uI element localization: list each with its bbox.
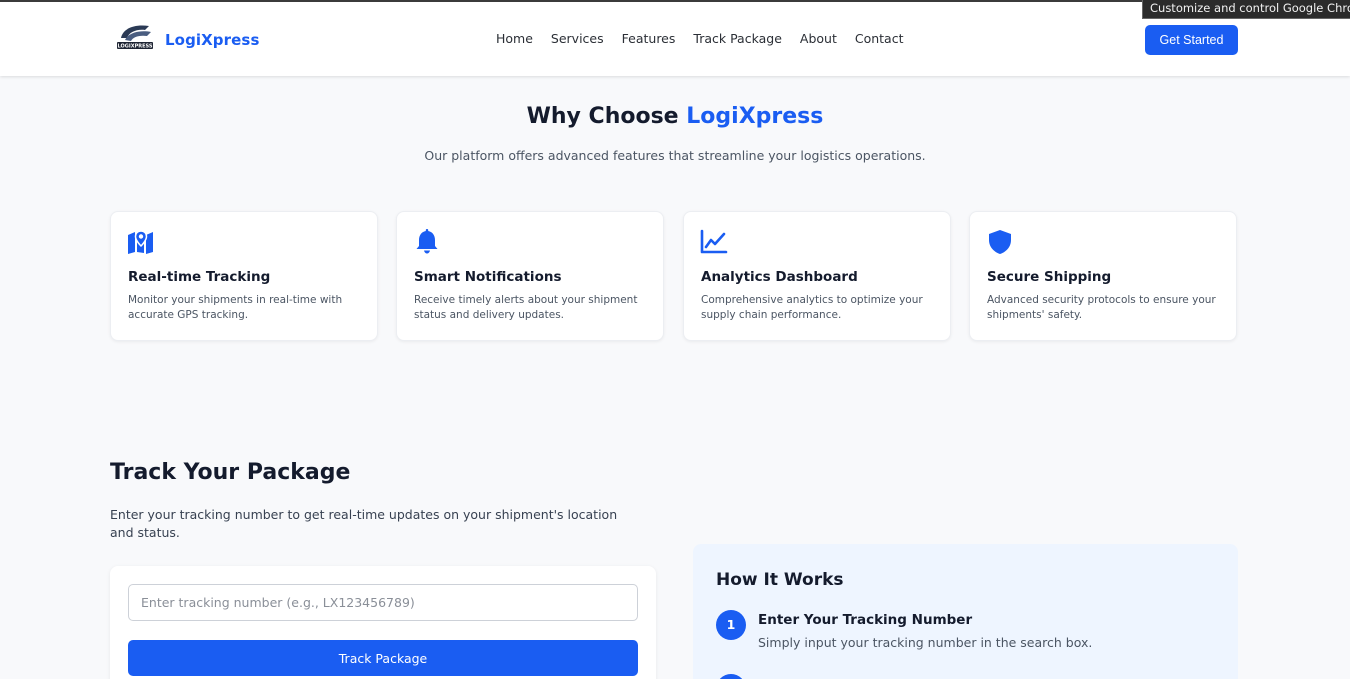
- nav-contact[interactable]: Contact: [855, 31, 904, 46]
- chart-line-icon: [700, 229, 728, 254]
- feature-title: Smart Notifications: [414, 269, 562, 285]
- map-pin-icon: [128, 230, 153, 254]
- feature-title: Analytics Dashboard: [701, 269, 858, 285]
- track-section-subtitle: Enter your tracking number to get real-t…: [110, 507, 618, 540]
- track-form-card: Track Package: [110, 566, 656, 679]
- feature-desc: Comprehensive analytics to optimize your…: [701, 294, 923, 321]
- feature-title: Secure Shipping: [987, 269, 1112, 285]
- feature-desc: Monitor your shipments in real-time with…: [128, 294, 343, 321]
- feature-desc: Receive timely alerts about your shipmen…: [414, 294, 638, 321]
- feature-card-tracking: Real-time Tracking Monitor your shipment…: [110, 211, 378, 341]
- svg-text:LOGIXPRESS: LOGIXPRESS: [118, 44, 153, 50]
- why-title-prefix: Why Choose: [526, 104, 687, 129]
- why-title-accent: LogiXpress: [686, 104, 824, 129]
- why-section-title: Why Choose LogiXpress: [0, 104, 1350, 129]
- nav-features[interactable]: Features: [622, 31, 676, 46]
- nav-about[interactable]: About: [800, 31, 837, 46]
- step-title: Enter Your Tracking Number: [758, 612, 973, 628]
- brand-name[interactable]: LogiXpress: [165, 31, 259, 49]
- main-nav: Home Services Features Track Package Abo…: [496, 31, 922, 46]
- bell-icon: [416, 229, 438, 254]
- nav-services[interactable]: Services: [551, 31, 604, 46]
- step-number-badge: 2: [716, 674, 746, 679]
- feature-title: Real-time Tracking: [128, 269, 271, 285]
- nav-track-package[interactable]: Track Package: [693, 31, 782, 46]
- feature-desc: Advanced security protocols to ensure yo…: [987, 294, 1216, 321]
- track-section-title: Track Your Package: [110, 460, 351, 485]
- get-started-button[interactable]: Get Started: [1145, 25, 1238, 55]
- why-section-subtitle: Our platform offers advanced features th…: [424, 148, 926, 163]
- logo-image[interactable]: LOGIXPRESS: [115, 22, 155, 52]
- feature-card-security: Secure Shipping Advanced security protoc…: [969, 211, 1237, 341]
- step-number-badge: 1: [716, 610, 746, 640]
- shield-icon: [989, 230, 1011, 254]
- feature-card-notifications: Smart Notifications Receive timely alert…: [396, 211, 664, 341]
- tracking-number-input[interactable]: [128, 584, 638, 621]
- feature-card-analytics: Analytics Dashboard Comprehensive analyt…: [683, 211, 951, 341]
- track-package-button[interactable]: Track Package: [128, 640, 638, 676]
- nav-home[interactable]: Home: [496, 31, 533, 46]
- step-desc: Simply input your tracking number in the…: [758, 635, 1093, 650]
- browser-tooltip: Customize and control Google Chrome: [1142, 0, 1350, 19]
- how-it-works-title: How It Works: [716, 570, 844, 590]
- how-it-works-panel: How It Works 1 Enter Your Tracking Numbe…: [693, 544, 1238, 679]
